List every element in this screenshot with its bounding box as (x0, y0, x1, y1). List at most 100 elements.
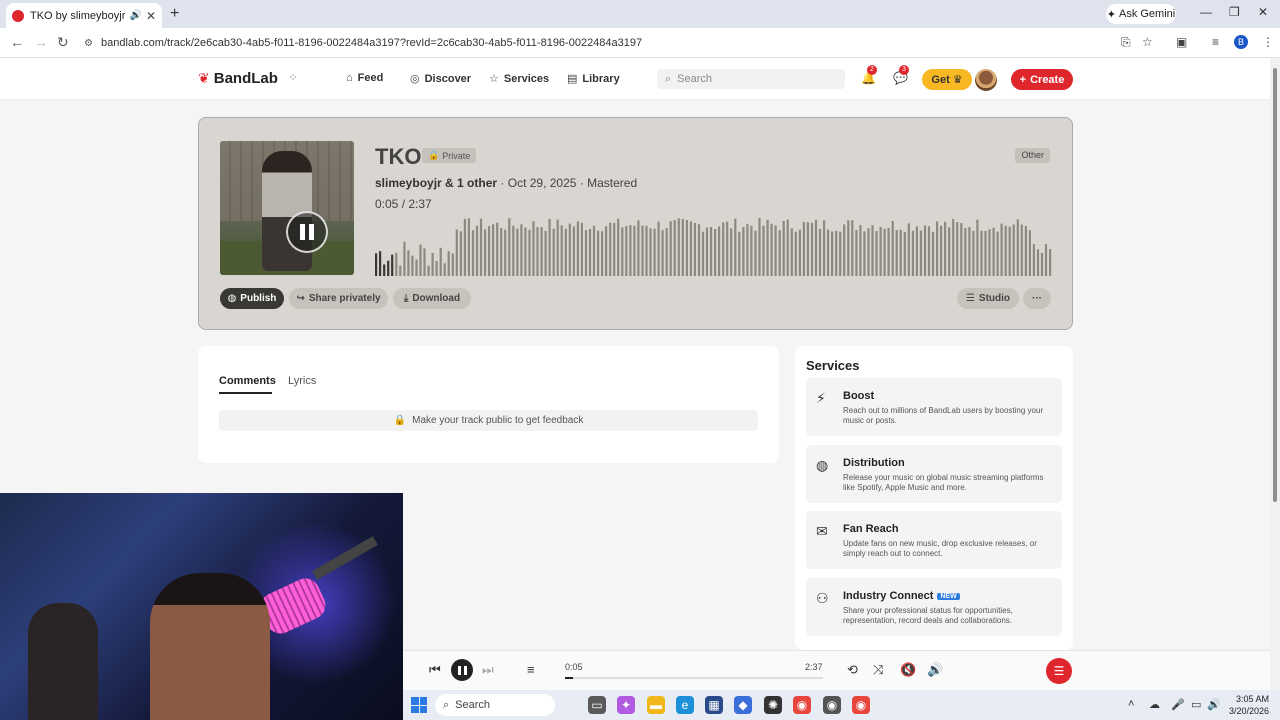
waveform[interactable] (375, 212, 1053, 276)
shuffle-icon[interactable]: ⤨ (873, 662, 883, 678)
apps-grid-icon[interactable]: ⁘ (286, 71, 300, 85)
reload-icon[interactable]: ↻ (57, 34, 69, 51)
comments-panel: Comments Lyrics 🔒 Make your track public … (198, 346, 779, 463)
windows-start-icon[interactable] (411, 697, 427, 713)
new-tab-button[interactable]: + (170, 5, 179, 23)
site-info-icon[interactable]: ⚙ (84, 38, 93, 49)
bookmark-star-icon[interactable]: ☆ (1142, 35, 1153, 49)
waveform-bar (540, 227, 543, 276)
tab-title: TKO by slimeyboyjr | BandLab (30, 9, 126, 22)
minimize-icon[interactable]: — (1200, 5, 1212, 19)
service-distribution[interactable]: ◍ Distribution Release your music on glo… (806, 445, 1062, 503)
onedrive-icon[interactable]: ☁ (1149, 698, 1160, 711)
waveform-bar (1000, 223, 1003, 276)
repeat-icon[interactable]: ⟲ (847, 662, 858, 678)
player-pause-button[interactable] (451, 659, 473, 681)
user-avatar[interactable] (975, 69, 997, 91)
close-window-icon[interactable]: ✕ (1258, 5, 1268, 19)
notifications-bell-icon[interactable]: 🔔 2 (861, 65, 877, 85)
restore-icon[interactable]: ❐ (1229, 5, 1240, 19)
nav-library[interactable]: ▤ Library (567, 72, 620, 86)
volume-icon[interactable]: 🔊 (927, 662, 943, 678)
browser-tab[interactable]: TKO by slimeyboyjr | BandLab 🔊 ✕ (6, 3, 162, 28)
browser-tabbar: TKO by slimeyboyjr | BandLab 🔊 ✕ + ✦Ask … (0, 0, 1280, 28)
download-button[interactable]: ⤓ Download (393, 288, 471, 309)
taskbar-search-label: Search (455, 699, 491, 711)
track-cover-art[interactable] (220, 141, 354, 275)
ask-gemini-button[interactable]: ✦ Ask Gemini (1106, 4, 1176, 24)
waveform-bar (576, 221, 579, 276)
search-icon: ⌕ (665, 72, 672, 85)
speaker-icon[interactable]: 🔊 (129, 10, 141, 21)
waveform-bar (524, 227, 527, 276)
waveform-bar (403, 241, 406, 276)
get-membership-button[interactable]: Get ♛ (922, 69, 972, 90)
media-control-icon[interactable]: ≡ (1212, 35, 1219, 49)
chatgpt-icon[interactable]: ✺ (764, 696, 782, 714)
profile-avatar[interactable]: B (1234, 35, 1248, 49)
chrome-icon[interactable]: ◉ (852, 696, 870, 714)
more-options-button[interactable]: ··· (1023, 288, 1051, 309)
service-industry-connect[interactable]: ⚇ Industry Connect NEW Share your profess… (806, 578, 1062, 636)
forward-icon[interactable]: → (34, 34, 48, 50)
publish-button[interactable]: ◍ Publish (220, 288, 284, 309)
edge-icon[interactable]: e (676, 696, 694, 714)
waveform-bar (746, 223, 749, 276)
scrollbar-thumb[interactable] (1273, 68, 1277, 502)
network-icon[interactable]: ▭ (1191, 698, 1201, 711)
mic-icon[interactable]: 🎤 (1171, 698, 1185, 711)
store-icon[interactable]: ▦ (705, 696, 723, 714)
chrome-icon[interactable]: ◉ (793, 696, 811, 714)
tray-chevron-icon[interactable]: ˄ (1128, 698, 1134, 710)
menu-icon[interactable]: ⋮ (1262, 35, 1274, 49)
copilot-icon[interactable]: ✦ (617, 696, 635, 714)
queue-list-icon[interactable]: ≡ (527, 662, 535, 677)
tab-comments[interactable]: Comments (219, 375, 276, 394)
genre-badge[interactable]: Other (1015, 148, 1050, 163)
artist-link[interactable]: slimeyboyjr (375, 176, 442, 190)
create-button[interactable]: + Create (1011, 69, 1073, 90)
app-icon[interactable]: ◉ (823, 696, 841, 714)
back-icon[interactable]: ← (10, 34, 24, 50)
collab-link[interactable]: & 1 other (445, 176, 497, 190)
search-input[interactable]: ⌕ Search (657, 69, 845, 89)
mute-icon[interactable]: 🔇 (900, 662, 916, 678)
page-scrollbar[interactable] (1270, 58, 1280, 690)
nav-services[interactable]: ☆ Services (489, 72, 549, 86)
app-icon[interactable]: ◆ (734, 696, 752, 714)
messages-icon[interactable]: 💬 3 (893, 65, 909, 85)
queue-menu-button[interactable]: ☰ (1046, 658, 1072, 684)
bandlab-logo[interactable]: ❦ BandLab (198, 70, 278, 87)
taskbar-clock[interactable]: 3:05 AM 3/20/2026 (1217, 693, 1269, 717)
waveform-bar (484, 229, 487, 276)
file-explorer-icon[interactable]: ▬ (647, 696, 665, 714)
waveform-bar (705, 227, 709, 276)
waveform-bar (823, 220, 826, 276)
waveform-bar (782, 220, 785, 276)
tab-lyrics[interactable]: Lyrics (288, 375, 316, 387)
extension-icon[interactable]: ▣ (1176, 35, 1187, 49)
search-icon: ⌕ (443, 698, 450, 711)
waveform-bar (758, 218, 761, 276)
pause-button[interactable] (286, 211, 328, 253)
waveform-bar (588, 228, 592, 276)
task-view-icon[interactable]: ▭ (588, 696, 606, 714)
service-boost[interactable]: ⚡ Boost Reach out to millions of BandLab… (806, 378, 1062, 436)
pause-bar (463, 665, 467, 675)
waveform-bar (580, 222, 583, 276)
taskbar-search[interactable]: ⌕ Search (435, 694, 555, 716)
close-tab-icon[interactable]: ✕ (146, 9, 156, 23)
search-placeholder: Search (677, 73, 713, 85)
next-track-icon[interactable]: ⏭ (482, 662, 494, 678)
studio-button[interactable]: ☰ Studio (957, 288, 1019, 309)
nav-feed[interactable]: ⌂ Feed (346, 72, 383, 84)
waveform-bar (665, 228, 668, 276)
pause-bar (309, 224, 314, 240)
nav-discover[interactable]: ◎ Discover (410, 72, 471, 86)
previous-track-icon[interactable]: ⏮ (429, 662, 441, 678)
player-progress[interactable] (565, 677, 823, 679)
install-app-icon[interactable]: ⎘ (1121, 35, 1131, 50)
share-privately-button[interactable]: ↪ Share privately (289, 288, 388, 309)
url-field[interactable]: ⚙ bandlab.com/track/2e6cab30-4ab5-f011-8… (84, 33, 1124, 53)
service-fan-reach[interactable]: ✉ Fan Reach Update fans on new music, dr… (806, 511, 1062, 569)
